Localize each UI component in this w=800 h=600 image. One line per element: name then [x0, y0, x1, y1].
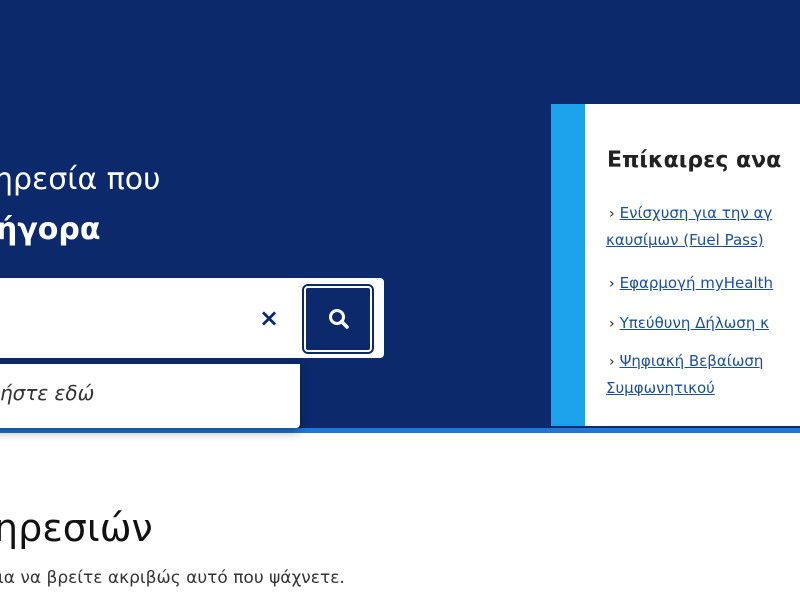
search-icon [329, 309, 349, 329]
hero-heading-line2: ήγορα [0, 212, 101, 247]
news-item[interactable]: › Ενίσχυση για την αγ καυσίμων (Fuel Pass… [606, 200, 773, 253]
news-item-link[interactable]: Εφαρμογή myHealth [620, 274, 773, 292]
suggestion-hint[interactable]: ήστε εδώ [0, 381, 94, 405]
hero-divider [0, 428, 800, 433]
news-item-link-line2[interactable]: καυσίμων (Fuel Pass) [606, 227, 772, 253]
chevron-right-icon: › [609, 276, 615, 292]
search-suggestions-dropdown: ήστε εδώ [0, 364, 300, 428]
news-item-link[interactable]: Ενίσχυση για την αγ [620, 204, 773, 222]
clear-search-button[interactable]: × [256, 303, 282, 333]
news-panel-accent [551, 104, 585, 426]
news-item[interactable]: › Ψηφιακή Βεβαίωση Συμφωνητικού [606, 348, 764, 401]
services-section-heading: ηρεσιών [0, 506, 153, 550]
chevron-right-icon: › [609, 354, 615, 370]
news-item[interactable]: › Εφαρμογή myHealth [609, 270, 773, 297]
news-item-link[interactable]: Υπεύθυνη Δήλωση κ [620, 314, 769, 332]
search-button[interactable] [302, 284, 374, 354]
search-box: × [0, 276, 386, 360]
news-item[interactable]: › Υπεύθυνη Δήλωση κ [609, 310, 769, 337]
news-panel: Επίκαιρες ανα › Ενίσχυση για την αγ καυσί… [551, 104, 800, 426]
chevron-right-icon: › [609, 316, 615, 332]
news-item-link[interactable]: Ψηφιακή Βεβαίωση [620, 352, 764, 370]
search-input[interactable] [2, 294, 246, 336]
news-item-link-line2[interactable]: Συμφωνητικού [606, 375, 763, 401]
services-section-subtitle: ια να βρείτε ακριβώς αυτό που ψάχνετε. [0, 568, 345, 588]
hero-heading-line1: ηρεσία που [0, 162, 161, 197]
news-panel-title: Επίκαιρες ανα [607, 148, 782, 173]
chevron-right-icon: › [609, 206, 615, 222]
